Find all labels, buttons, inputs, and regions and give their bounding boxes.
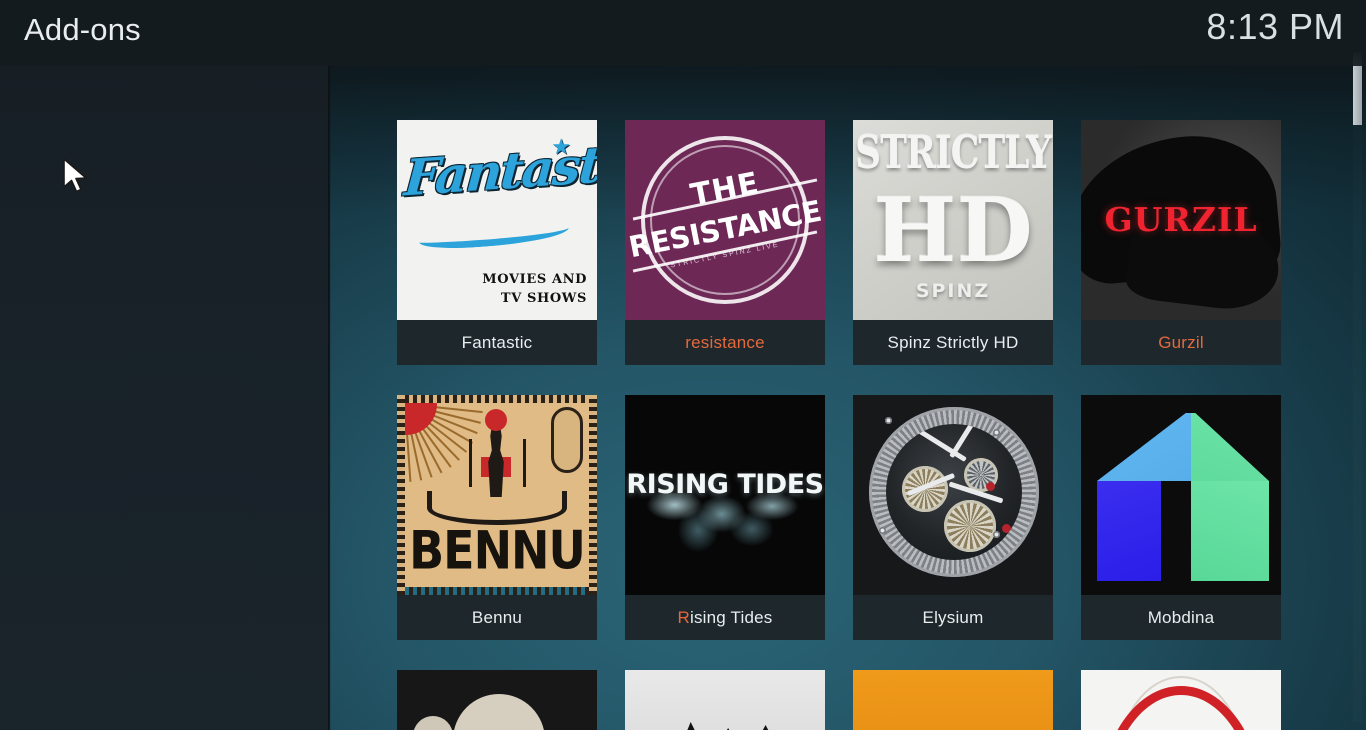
art-shape-large <box>453 694 545 730</box>
addon-tile-label: Elysium <box>853 595 1053 640</box>
screw-four <box>993 531 1000 538</box>
logo-wordmark: BENNU <box>409 518 586 582</box>
addon-thumbnail-partial-four <box>1081 670 1281 730</box>
logo-shape-notch <box>1165 403 1197 413</box>
addon-tile-partial-4[interactable] <box>1081 670 1281 730</box>
addon-tile-bennu[interactable]: BENNU Bennu <box>397 395 597 640</box>
addon-tile-thumbnail[interactable]: RISING TIDES <box>625 395 825 595</box>
window-header: Add-ons 8:13 PM <box>0 0 1366 66</box>
addon-tile-partial-2[interactable] <box>625 670 825 730</box>
border-bottom <box>397 587 597 595</box>
logo-wordmark: Fantastic <box>402 131 597 208</box>
logo-shape-body-right <box>1191 481 1269 581</box>
sidebar <box>0 0 330 730</box>
cartouche <box>551 407 583 473</box>
jewel-one <box>986 482 995 491</box>
watch-movement <box>886 424 1022 560</box>
addon-tile-thumbnail[interactable] <box>1081 670 1281 730</box>
addons-content-panel: ★ Fantastic MOVIES AND TV SHOWS Fantastic… <box>330 66 1366 730</box>
addon-tile-elysium[interactable]: Elysium <box>853 395 1053 640</box>
screw-one <box>885 417 892 424</box>
addon-thumbnail-gurzil: GURZIL <box>1081 120 1281 320</box>
addons-grid: ★ Fantastic MOVIES AND TV SHOWS Fantastic… <box>330 66 1281 730</box>
water-spray <box>641 493 809 553</box>
addon-tile-label: Mobdina <box>1081 595 1281 640</box>
logo-subtitle: MOVIES AND TV SHOWS <box>482 272 587 306</box>
logo-word-main: HD <box>873 178 1033 282</box>
addon-thumbnail-mobdina <box>1081 395 1281 595</box>
addon-tile-thumbnail[interactable]: THE RESISTANCE STRICTLY SPINZ LIVE <box>625 120 825 320</box>
addon-thumbnail-spinz: STRICTLY HD SPINZ <box>853 120 1053 320</box>
art-shape-small <box>413 716 453 730</box>
addon-thumbnail-partial-three <box>853 670 1053 730</box>
screw-three <box>879 527 886 534</box>
logo-wordmark: GURZIL <box>1104 200 1258 239</box>
kodi-addons-screen: ★ Fantastic MOVIES AND TV SHOWS Fantastic… <box>0 0 1366 730</box>
addon-tile-mobdina[interactable]: Mobdina <box>1081 395 1281 640</box>
addon-thumbnail-partial-one <box>397 670 597 730</box>
addon-tile-thumbnail[interactable] <box>397 670 597 730</box>
addon-tile-thumbnail[interactable] <box>853 670 1053 730</box>
addon-tile-label: Fantastic <box>397 320 597 365</box>
logo-shape-body-left <box>1097 481 1161 581</box>
border-right <box>589 395 597 595</box>
addon-tile-resistance[interactable]: THE RESISTANCE STRICTLY SPINZ LIVE resis… <box>625 120 825 365</box>
addon-tile-label: Spinz Strictly HD <box>853 320 1053 365</box>
staff-right <box>523 439 526 487</box>
logo-word-bottom: SPINZ <box>915 280 991 302</box>
art-arc-red <box>1099 686 1263 730</box>
bridge-arm-two <box>949 424 979 459</box>
addon-thumbnail-rising-tides: RISING TIDES <box>625 395 825 595</box>
addon-tile-thumbnail[interactable] <box>1081 395 1281 595</box>
addon-tile-label: Bennu <box>397 595 597 640</box>
addon-tile-partial-1[interactable] <box>397 670 597 730</box>
addon-tile-label-lead: R <box>677 607 690 627</box>
logo-shape-roof-left <box>1097 409 1191 481</box>
border-top <box>397 395 597 403</box>
addon-tile-thumbnail[interactable] <box>853 395 1053 595</box>
addon-tile-fantastic[interactable]: ★ Fantastic MOVIES AND TV SHOWS Fantastic <box>397 120 597 365</box>
figure-head <box>485 409 507 431</box>
addon-thumbnail-partial-two <box>625 670 825 730</box>
addon-tile-thumbnail[interactable]: STRICTLY HD SPINZ <box>853 120 1053 320</box>
addon-tile-label: resistance <box>625 320 825 365</box>
addon-thumbnail-resistance: THE RESISTANCE STRICTLY SPINZ LIVE <box>625 120 825 320</box>
addon-tile-gurzil[interactable]: GURZIL Gurzil <box>1081 120 1281 365</box>
addon-thumbnail-bennu: BENNU <box>397 395 597 595</box>
addon-tile-thumbnail[interactable]: ★ Fantastic MOVIES AND TV SHOWS <box>397 120 597 320</box>
staff-left <box>469 439 472 487</box>
addon-tile-thumbnail[interactable] <box>625 670 825 730</box>
addon-thumbnail-fantastic: ★ Fantastic MOVIES AND TV SHOWS <box>397 120 597 320</box>
jewel-two <box>1002 524 1011 533</box>
page-title: Add-ons <box>24 12 141 47</box>
sidebar-edge-shadow <box>328 0 331 730</box>
logo-swoosh <box>418 218 570 252</box>
addon-tile-label: Rising Tides <box>625 595 825 640</box>
addon-tile-spinz-strictly-hd[interactable]: STRICTLY HD SPINZ Spinz Strictly HD <box>853 120 1053 365</box>
gear-two <box>944 500 996 552</box>
addon-tile-partial-3[interactable] <box>853 670 1053 730</box>
addon-tile-thumbnail[interactable]: BENNU <box>397 395 597 595</box>
logo-word-top: STRICTLY <box>855 126 1052 180</box>
logo-shape-roof-right <box>1191 409 1269 481</box>
addon-tile-label-rest: ising Tides <box>689 607 773 627</box>
addon-tile-rising-tides[interactable]: RISING TIDES Rising Tides <box>625 395 825 640</box>
screw-two <box>993 429 1000 436</box>
vertical-scrollbar-track[interactable] <box>1353 50 1362 722</box>
border-left <box>397 395 405 595</box>
addon-tile-thumbnail[interactable]: GURZIL <box>1081 120 1281 320</box>
art-skyline <box>647 722 803 730</box>
addon-tile-label: Gurzil <box>1081 320 1281 365</box>
addon-thumbnail-elysium <box>853 395 1053 595</box>
clock: 8:13 PM <box>1206 6 1344 47</box>
